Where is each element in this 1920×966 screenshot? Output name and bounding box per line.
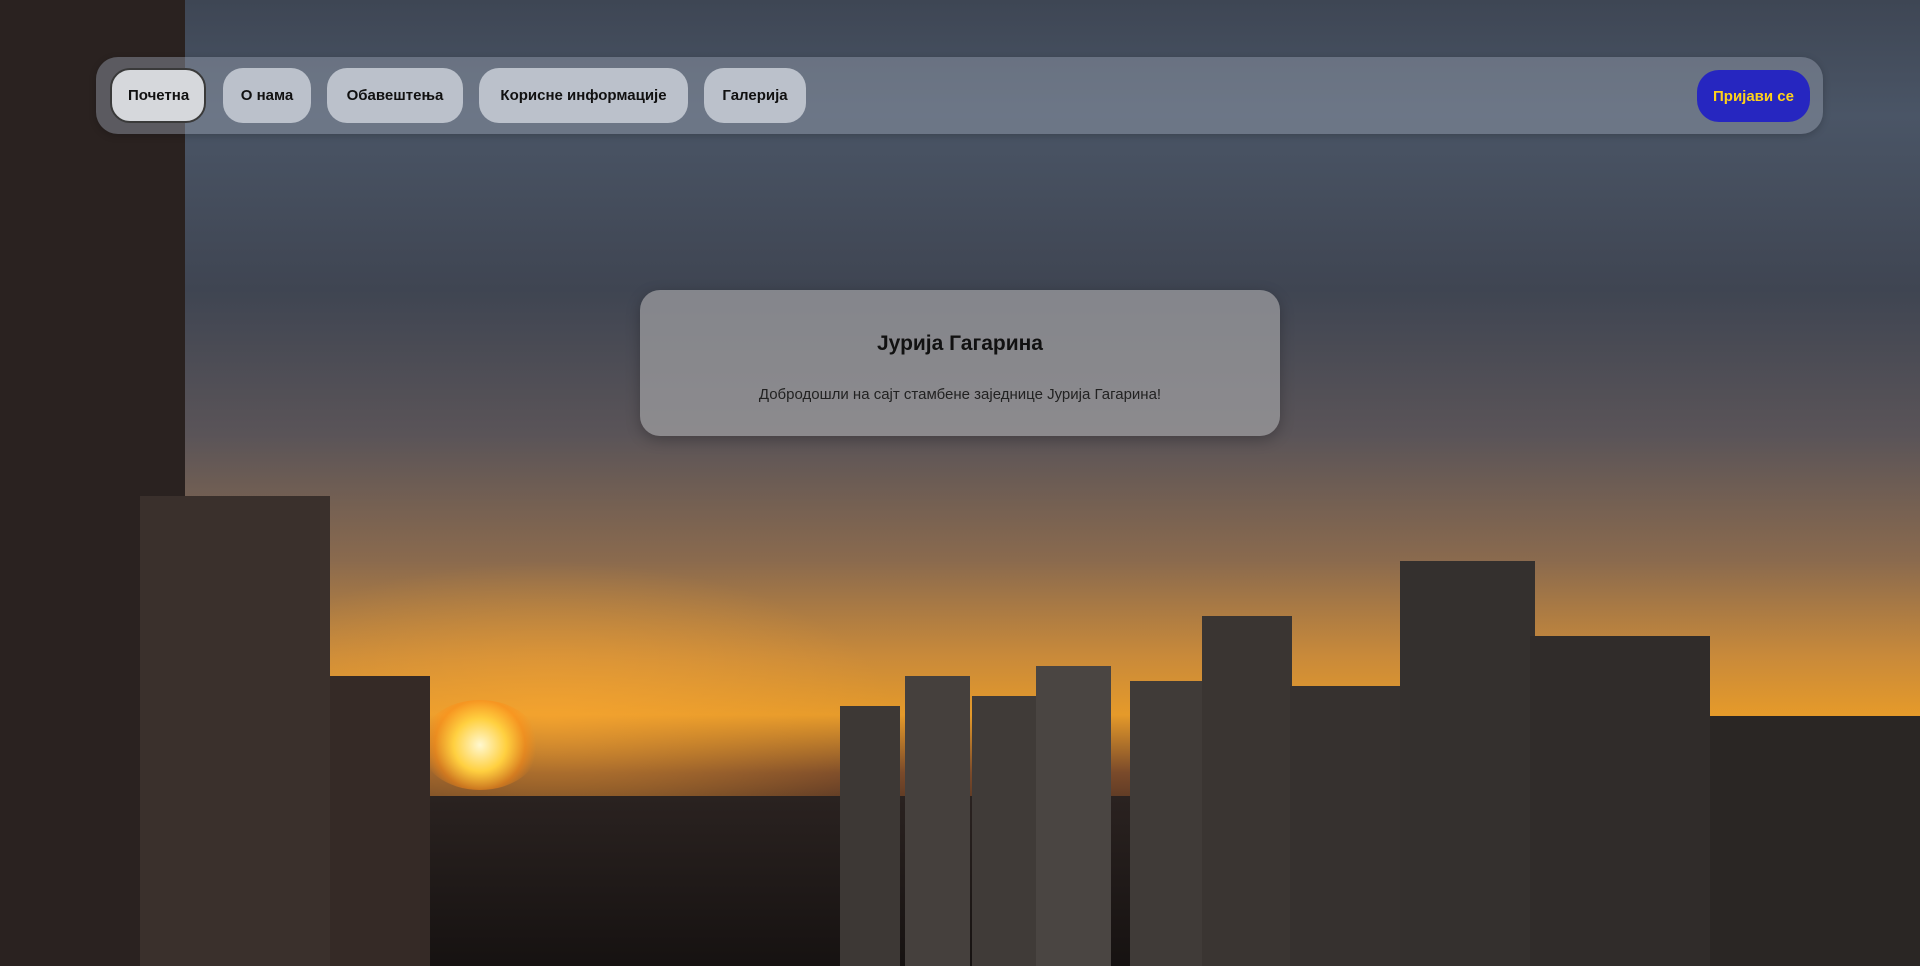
building — [1202, 616, 1292, 966]
nav-announcements[interactable]: Обавештења — [327, 68, 463, 123]
building — [140, 496, 330, 966]
nav-gallery[interactable]: Галерија — [704, 68, 806, 123]
building — [1290, 686, 1400, 966]
welcome-text: Добродошли на сајт стамбене заједнице Ју… — [758, 386, 1162, 403]
building — [1036, 666, 1111, 966]
page-title: Јурија Гагарина — [876, 332, 1043, 355]
building — [1400, 561, 1535, 966]
sun — [420, 700, 540, 790]
building — [840, 706, 900, 966]
top-navbar: Почетна О нама Обавештења Корисне информ… — [96, 57, 1823, 134]
nav-useful-info[interactable]: Корисне информације — [479, 68, 688, 123]
nav-home[interactable]: Почетна — [110, 68, 206, 123]
background-photo — [0, 0, 1920, 966]
building — [1710, 716, 1920, 966]
building — [972, 696, 1037, 966]
building — [330, 676, 430, 966]
building — [1530, 636, 1710, 966]
building — [1130, 681, 1205, 966]
building — [905, 676, 970, 966]
nav-about[interactable]: О нама — [223, 68, 311, 123]
welcome-card: Јурија Гагарина Добродошли на сајт стамб… — [640, 290, 1280, 436]
login-button[interactable]: Пријави се — [1697, 70, 1810, 122]
